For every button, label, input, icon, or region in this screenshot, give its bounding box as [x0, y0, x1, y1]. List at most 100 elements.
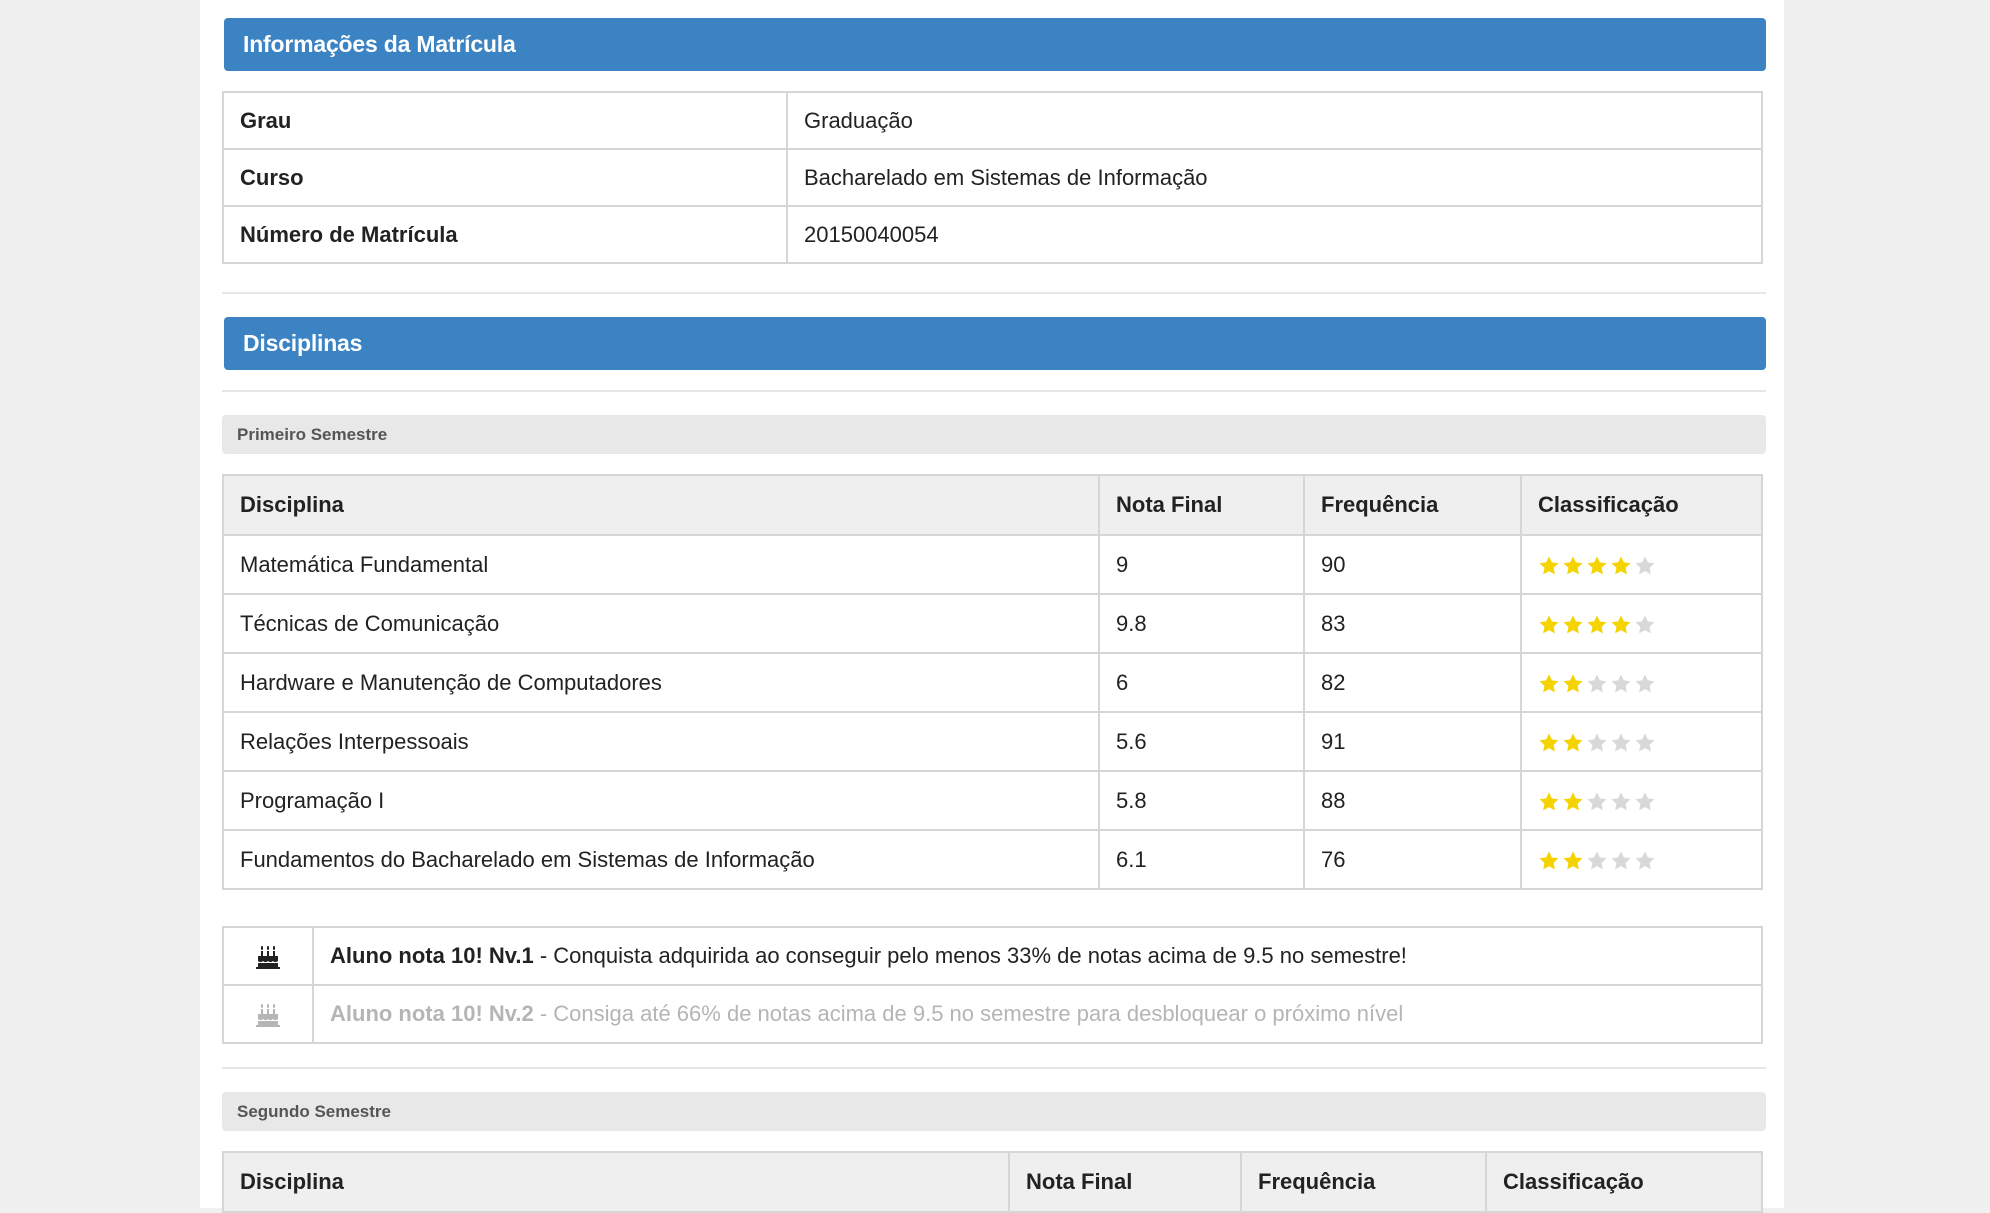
attendance: 90 — [1303, 534, 1522, 595]
star-filled-icon — [1538, 555, 1560, 577]
discipline-name: Programação I — [222, 770, 1100, 831]
achievement-text: Aluno nota 10! Nv.1 - Conquista adquirid… — [312, 926, 1763, 986]
achievement-description: - Conquista adquirida ao conseguir pelo … — [533, 943, 1407, 968]
star-filled-icon — [1562, 791, 1584, 813]
achievement-description: - Consiga até 66% de notas acima de 9.5 … — [533, 1001, 1404, 1026]
star-rating — [1538, 673, 1656, 695]
star-filled-icon — [1538, 673, 1560, 695]
rating — [1520, 652, 1763, 713]
discipline-name: Técnicas de Comunicação — [222, 593, 1100, 654]
attendance: 91 — [1303, 711, 1522, 772]
star-rating — [1538, 791, 1656, 813]
star-rating — [1538, 555, 1656, 577]
star-empty-icon — [1634, 555, 1656, 577]
row-value: Graduação — [786, 91, 1763, 150]
table-row: Grau Graduação — [222, 91, 1763, 150]
star-filled-icon — [1586, 555, 1608, 577]
final-grade: 5.8 — [1098, 770, 1305, 831]
star-filled-icon — [1562, 850, 1584, 872]
star-empty-icon — [1586, 732, 1608, 754]
attendance: 88 — [1303, 770, 1522, 831]
star-empty-icon — [1634, 673, 1656, 695]
rating — [1520, 770, 1763, 831]
star-filled-icon — [1586, 614, 1608, 636]
final-grade: 6 — [1098, 652, 1305, 713]
star-rating — [1538, 614, 1656, 636]
table-row: Técnicas de Comunicação 9.8 83 — [222, 593, 1763, 654]
birthday-cake-icon — [255, 1002, 281, 1028]
main-content: Informações da Matrícula Grau Graduação … — [200, 0, 1784, 1213]
final-grade: 6.1 — [1098, 829, 1305, 890]
table-row: Curso Bacharelado em Sistemas de Informa… — [222, 148, 1763, 207]
enrollment-table: Grau Graduação Curso Bacharelado em Sist… — [222, 91, 1763, 264]
star-empty-icon — [1634, 850, 1656, 872]
star-empty-icon — [1610, 732, 1632, 754]
star-filled-icon — [1562, 555, 1584, 577]
achievement-icon-cell — [222, 926, 314, 986]
semester-label-second: Segundo Semestre — [222, 1092, 1766, 1131]
grades-table-second-semester: Disciplina Nota Final Frequência Classif… — [222, 1151, 1763, 1213]
star-empty-icon — [1610, 850, 1632, 872]
divider — [222, 390, 1766, 392]
table-header-row: Disciplina Nota Final Frequência Classif… — [222, 1151, 1763, 1213]
star-empty-icon — [1610, 673, 1632, 695]
discipline-name: Hardware e Manutenção de Computadores — [222, 652, 1100, 713]
column-header-discipline: Disciplina — [222, 474, 1100, 536]
table-row: Programação I 5.8 88 — [222, 770, 1763, 831]
star-rating — [1538, 850, 1656, 872]
table-row: Matemática Fundamental 9 90 — [222, 534, 1763, 595]
table-header-row: Disciplina Nota Final Frequência Classif… — [222, 474, 1763, 536]
column-header-final-grade: Nota Final — [1098, 474, 1305, 536]
star-empty-icon — [1586, 850, 1608, 872]
star-filled-icon — [1610, 555, 1632, 577]
star-filled-icon — [1562, 614, 1584, 636]
column-header-attendance: Frequência — [1240, 1151, 1487, 1213]
row-label: Grau — [222, 91, 788, 150]
column-header-final-grade: Nota Final — [1008, 1151, 1242, 1213]
attendance: 76 — [1303, 829, 1522, 890]
column-header-rating: Classificação — [1485, 1151, 1763, 1213]
rating — [1520, 711, 1763, 772]
star-empty-icon — [1634, 732, 1656, 754]
row-label: Número de Matrícula — [222, 205, 788, 264]
table-row: Fundamentos do Bacharelado em Sistemas d… — [222, 829, 1763, 890]
final-grade: 5.6 — [1098, 711, 1305, 772]
rating — [1520, 829, 1763, 890]
table-row: Número de Matrícula 20150040054 — [222, 205, 1763, 264]
row-value: 20150040054 — [786, 205, 1763, 264]
discipline-name: Relações Interpessoais — [222, 711, 1100, 772]
star-filled-icon — [1562, 673, 1584, 695]
row-value: Bacharelado em Sistemas de Informação — [786, 148, 1763, 207]
star-filled-icon — [1538, 791, 1560, 813]
star-rating — [1538, 732, 1656, 754]
star-empty-icon — [1610, 791, 1632, 813]
divider — [222, 292, 1766, 294]
birthday-cake-icon — [255, 944, 281, 970]
attendance: 82 — [1303, 652, 1522, 713]
achievement-title: Aluno nota 10! Nv.2 — [330, 1001, 534, 1026]
table-row: Relações Interpessoais 5.6 91 — [222, 711, 1763, 772]
final-grade: 9.8 — [1098, 593, 1305, 654]
achievement-row: Aluno nota 10! Nv.1 - Conquista adquirid… — [222, 926, 1763, 986]
rating — [1520, 593, 1763, 654]
achievement-title: Aluno nota 10! Nv.1 — [330, 943, 534, 968]
star-empty-icon — [1634, 614, 1656, 636]
achievement-text: Aluno nota 10! Nv.2 - Consiga até 66% de… — [312, 984, 1763, 1044]
enrollment-panel-title: Informações da Matrícula — [224, 18, 1766, 71]
table-row: Hardware e Manutenção de Computadores 6 82 — [222, 652, 1763, 713]
disciplines-panel-title: Disciplinas — [224, 317, 1766, 370]
star-filled-icon — [1538, 732, 1560, 754]
rating — [1520, 534, 1763, 595]
achievement-row: Aluno nota 10! Nv.2 - Consiga até 66% de… — [222, 984, 1763, 1044]
row-label: Curso — [222, 148, 788, 207]
star-filled-icon — [1562, 732, 1584, 754]
achievement-icon-cell — [222, 984, 314, 1044]
divider — [222, 1067, 1766, 1069]
star-filled-icon — [1538, 850, 1560, 872]
semester-label-first: Primeiro Semestre — [222, 415, 1766, 454]
column-header-attendance: Frequência — [1303, 474, 1522, 536]
star-empty-icon — [1634, 791, 1656, 813]
discipline-name: Fundamentos do Bacharelado em Sistemas d… — [222, 829, 1100, 890]
final-grade: 9 — [1098, 534, 1305, 595]
star-empty-icon — [1586, 791, 1608, 813]
